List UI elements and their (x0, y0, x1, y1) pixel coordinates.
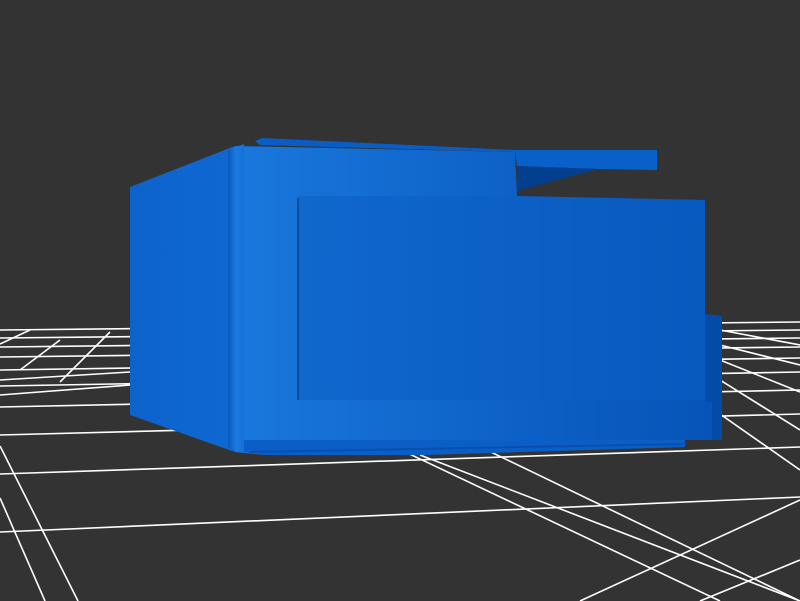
scene-canvas (0, 138, 800, 601)
box-corner-edge (228, 144, 244, 452)
box-front-panel (298, 196, 705, 400)
grid-line (0, 384, 131, 396)
blue-box-model[interactable] (130, 138, 722, 455)
box-lid-shadow (517, 166, 598, 192)
3d-viewport[interactable] (0, 0, 800, 601)
grid-line (0, 497, 46, 601)
grid-line (19, 339, 61, 371)
grid-line (379, 439, 721, 601)
grid-line (0, 496, 800, 533)
box-left-face (130, 146, 235, 452)
grid-line (419, 454, 800, 601)
